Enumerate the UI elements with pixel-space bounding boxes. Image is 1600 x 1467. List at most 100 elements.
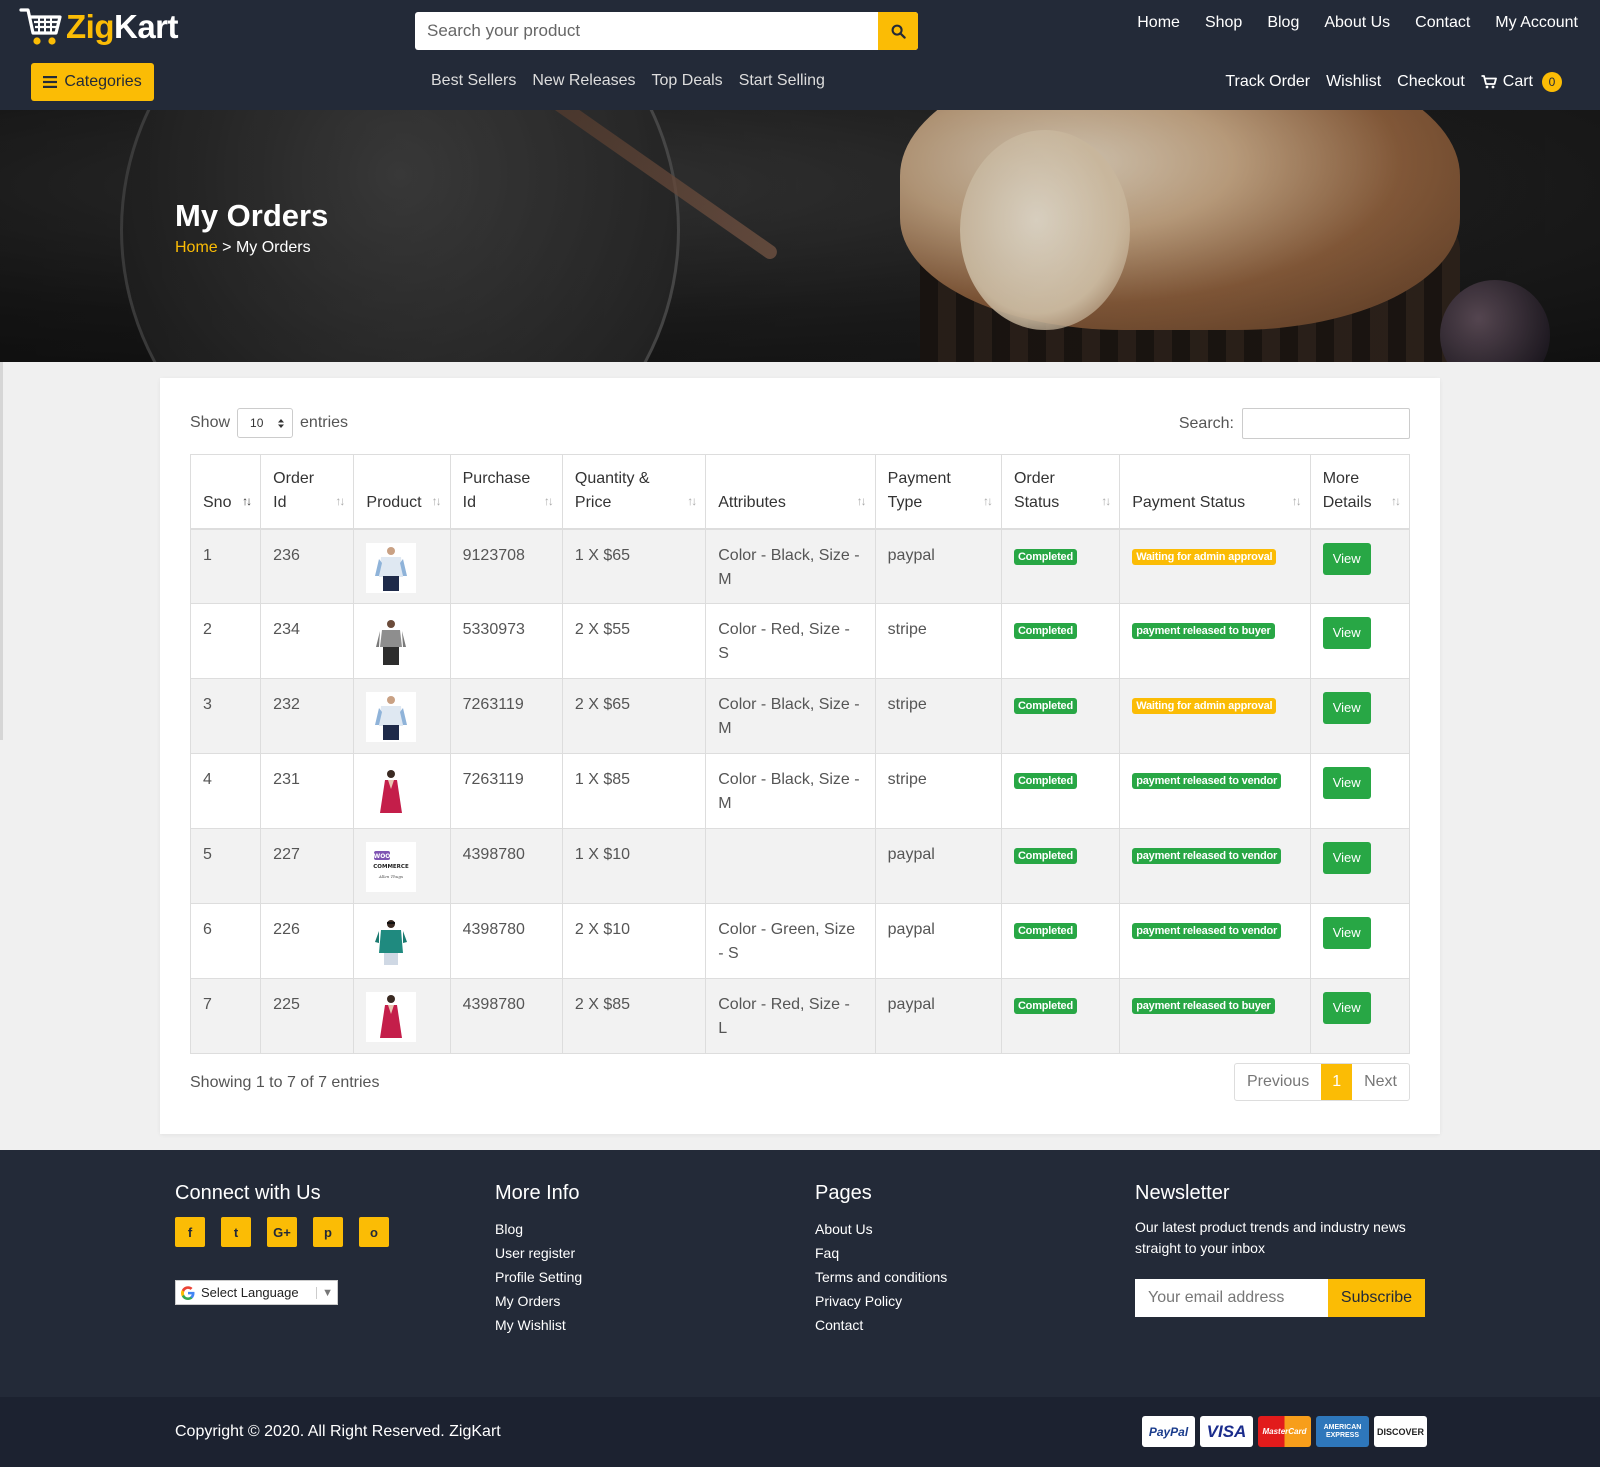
product-thumbnail[interactable] (366, 992, 417, 1042)
nav-wishlist[interactable]: Wishlist (1326, 73, 1381, 91)
sort-icon: ↑↓ (1291, 493, 1302, 508)
sort-icon: ↑↓ (543, 493, 554, 508)
order-status-badge: Completed (1013, 623, 1077, 639)
footer-link-contact[interactable]: Contact (815, 1313, 947, 1337)
footer-link-profile-setting[interactable]: Profile Setting (495, 1265, 582, 1289)
view-order-button[interactable]: View (1322, 842, 1371, 874)
pagination-next[interactable]: Next (1352, 1064, 1409, 1100)
column-header-order-id[interactable]: Order Id ↑↓ (260, 454, 355, 530)
view-order-button[interactable]: View (1322, 617, 1371, 649)
cell-more-details: View (1309, 528, 1411, 604)
column-header-quantity-price[interactable]: Quantity & Price ↑↓ (561, 454, 707, 530)
footer-more-info: More Info Blog User register Profile Set… (495, 1182, 582, 1337)
column-header-more-details[interactable]: More Details ↑↓ (1309, 454, 1411, 530)
product-thumbnail[interactable] (366, 767, 417, 817)
table-search-input[interactable] (1242, 408, 1410, 439)
column-header-product[interactable]: Product ↑↓ (353, 454, 451, 530)
pinterest-icon[interactable]: p (313, 1217, 343, 1247)
facebook-icon[interactable]: f (175, 1217, 205, 1247)
twitter-icon[interactable]: t (221, 1217, 251, 1247)
footer-link-terms[interactable]: Terms and conditions (815, 1265, 947, 1289)
nav-about-us[interactable]: About Us (1324, 14, 1390, 32)
social-links: f t G+ p o (175, 1217, 389, 1247)
cell-quantity-price: 2 X $10 (561, 903, 707, 979)
payment-status-badge: payment released to vendor (1132, 848, 1282, 864)
search-icon (891, 24, 906, 39)
view-order-button[interactable]: View (1322, 692, 1371, 724)
product-thumbnail[interactable] (366, 692, 417, 742)
language-selector[interactable]: Select Language ▼ (175, 1280, 338, 1305)
nav-best-sellers[interactable]: Best Sellers (431, 72, 516, 90)
view-order-button[interactable]: View (1322, 542, 1371, 575)
footer-link-user-register[interactable]: User register (495, 1241, 582, 1265)
secondary-navigation: Best Sellers New Releases Top Deals Star… (431, 72, 825, 90)
product-thumbnail[interactable]: WOO COMMERCE Allen Thugs (366, 842, 417, 892)
product-thumbnail[interactable] (366, 617, 417, 667)
footer-link-privacy-policy[interactable]: Privacy Policy (815, 1289, 947, 1313)
cell-sno: 6 (189, 903, 262, 979)
nav-new-releases[interactable]: New Releases (532, 72, 635, 90)
newsletter-email-input[interactable] (1135, 1279, 1328, 1317)
cell-order-status: Completed (1000, 978, 1121, 1054)
payment-status-badge: payment released to buyer (1132, 998, 1275, 1014)
select-updown-icon (278, 418, 285, 428)
view-order-button[interactable]: View (1322, 992, 1371, 1024)
footer-link-my-wishlist[interactable]: My Wishlist (495, 1313, 582, 1337)
newsletter-form: Subscribe (1135, 1279, 1425, 1317)
entries-per-page-value: 10 (250, 416, 264, 430)
breadcrumb-home[interactable]: Home (175, 239, 218, 256)
product-thumbnail[interactable] (366, 542, 417, 593)
entries-per-page-select[interactable]: 10 (237, 408, 294, 438)
cell-order-status: Completed (1000, 903, 1121, 979)
google-plus-icon[interactable]: G+ (267, 1217, 297, 1247)
footer-link-faq[interactable]: Faq (815, 1241, 947, 1265)
svg-text:WOO: WOO (374, 853, 391, 860)
pagination: Previous 1 Next (1233, 1063, 1410, 1101)
nav-home[interactable]: Home (1137, 14, 1180, 32)
product-thumbnail[interactable] (366, 917, 417, 967)
search-input[interactable] (415, 12, 878, 50)
svg-text:Allen Thugs: Allen Thugs (378, 874, 403, 879)
view-order-button[interactable]: View (1322, 767, 1371, 799)
nav-start-selling[interactable]: Start Selling (739, 72, 825, 90)
nav-top-deals[interactable]: Top Deals (652, 72, 723, 90)
table-row: 6 226 4398780 2 X $10 Color - Green, Size - … (189, 903, 1411, 979)
newsletter-title: Newsletter (1135, 1182, 1230, 1204)
categories-button[interactable]: Categories (31, 63, 154, 101)
hamburger-icon (43, 76, 58, 88)
nav-checkout[interactable]: Checkout (1397, 73, 1465, 91)
column-header-order-status[interactable]: Order Status ↑↓ (1000, 454, 1121, 530)
nav-blog[interactable]: Blog (1267, 14, 1299, 32)
product-search (415, 12, 918, 50)
pagination-page-current[interactable]: 1 (1321, 1064, 1353, 1100)
column-header-attributes[interactable]: Attributes ↑↓ (705, 454, 876, 530)
instagram-icon[interactable]: o (359, 1217, 389, 1247)
cell-more-details: View (1309, 753, 1411, 829)
pagination-previous[interactable]: Previous (1235, 1064, 1321, 1100)
subscribe-button[interactable]: Subscribe (1328, 1279, 1425, 1317)
footer-link-my-orders[interactable]: My Orders (495, 1289, 582, 1313)
footer-link-about-us[interactable]: About Us (815, 1217, 947, 1241)
nav-contact[interactable]: Contact (1415, 14, 1470, 32)
nav-shop[interactable]: Shop (1205, 14, 1242, 32)
column-header-sno[interactable]: Sno ↑↓ (189, 454, 262, 530)
column-header-payment-type[interactable]: Payment Type ↑↓ (874, 454, 1002, 530)
payment-status-badge: Waiting for admin approval (1132, 548, 1277, 565)
cell-attributes: Color - Red, Size - L (705, 978, 876, 1054)
table-row: 3 232 7263119 2 X $65 Color - Black, Size - … (189, 678, 1411, 754)
footer-pages-title: Pages (815, 1182, 872, 1204)
sort-icon: ↑↓ (1391, 493, 1401, 508)
nav-cart[interactable]: Cart 0 (1481, 72, 1562, 92)
cell-attributes: Color - Red, Size - S (705, 603, 876, 679)
paypal-card-icon: PayPal (1142, 1416, 1195, 1447)
nav-my-account[interactable]: My Account (1495, 14, 1578, 32)
column-header-payment-status[interactable]: Payment Status ↑↓ (1119, 454, 1311, 530)
nav-track-order[interactable]: Track Order (1225, 73, 1310, 91)
orders-table: Sno ↑↓ Order Id ↑↓ Product ↑↓ Purchase Id ↑↓ Q… (189, 454, 1411, 1054)
column-header-purchase-id[interactable]: Purchase Id ↑↓ (449, 454, 563, 530)
cell-purchase-id: 7263119 (449, 753, 563, 829)
search-button[interactable] (878, 12, 918, 50)
view-order-button[interactable]: View (1322, 917, 1371, 949)
logo[interactable]: ZigKart (18, 4, 179, 50)
footer-link-blog[interactable]: Blog (495, 1217, 582, 1241)
